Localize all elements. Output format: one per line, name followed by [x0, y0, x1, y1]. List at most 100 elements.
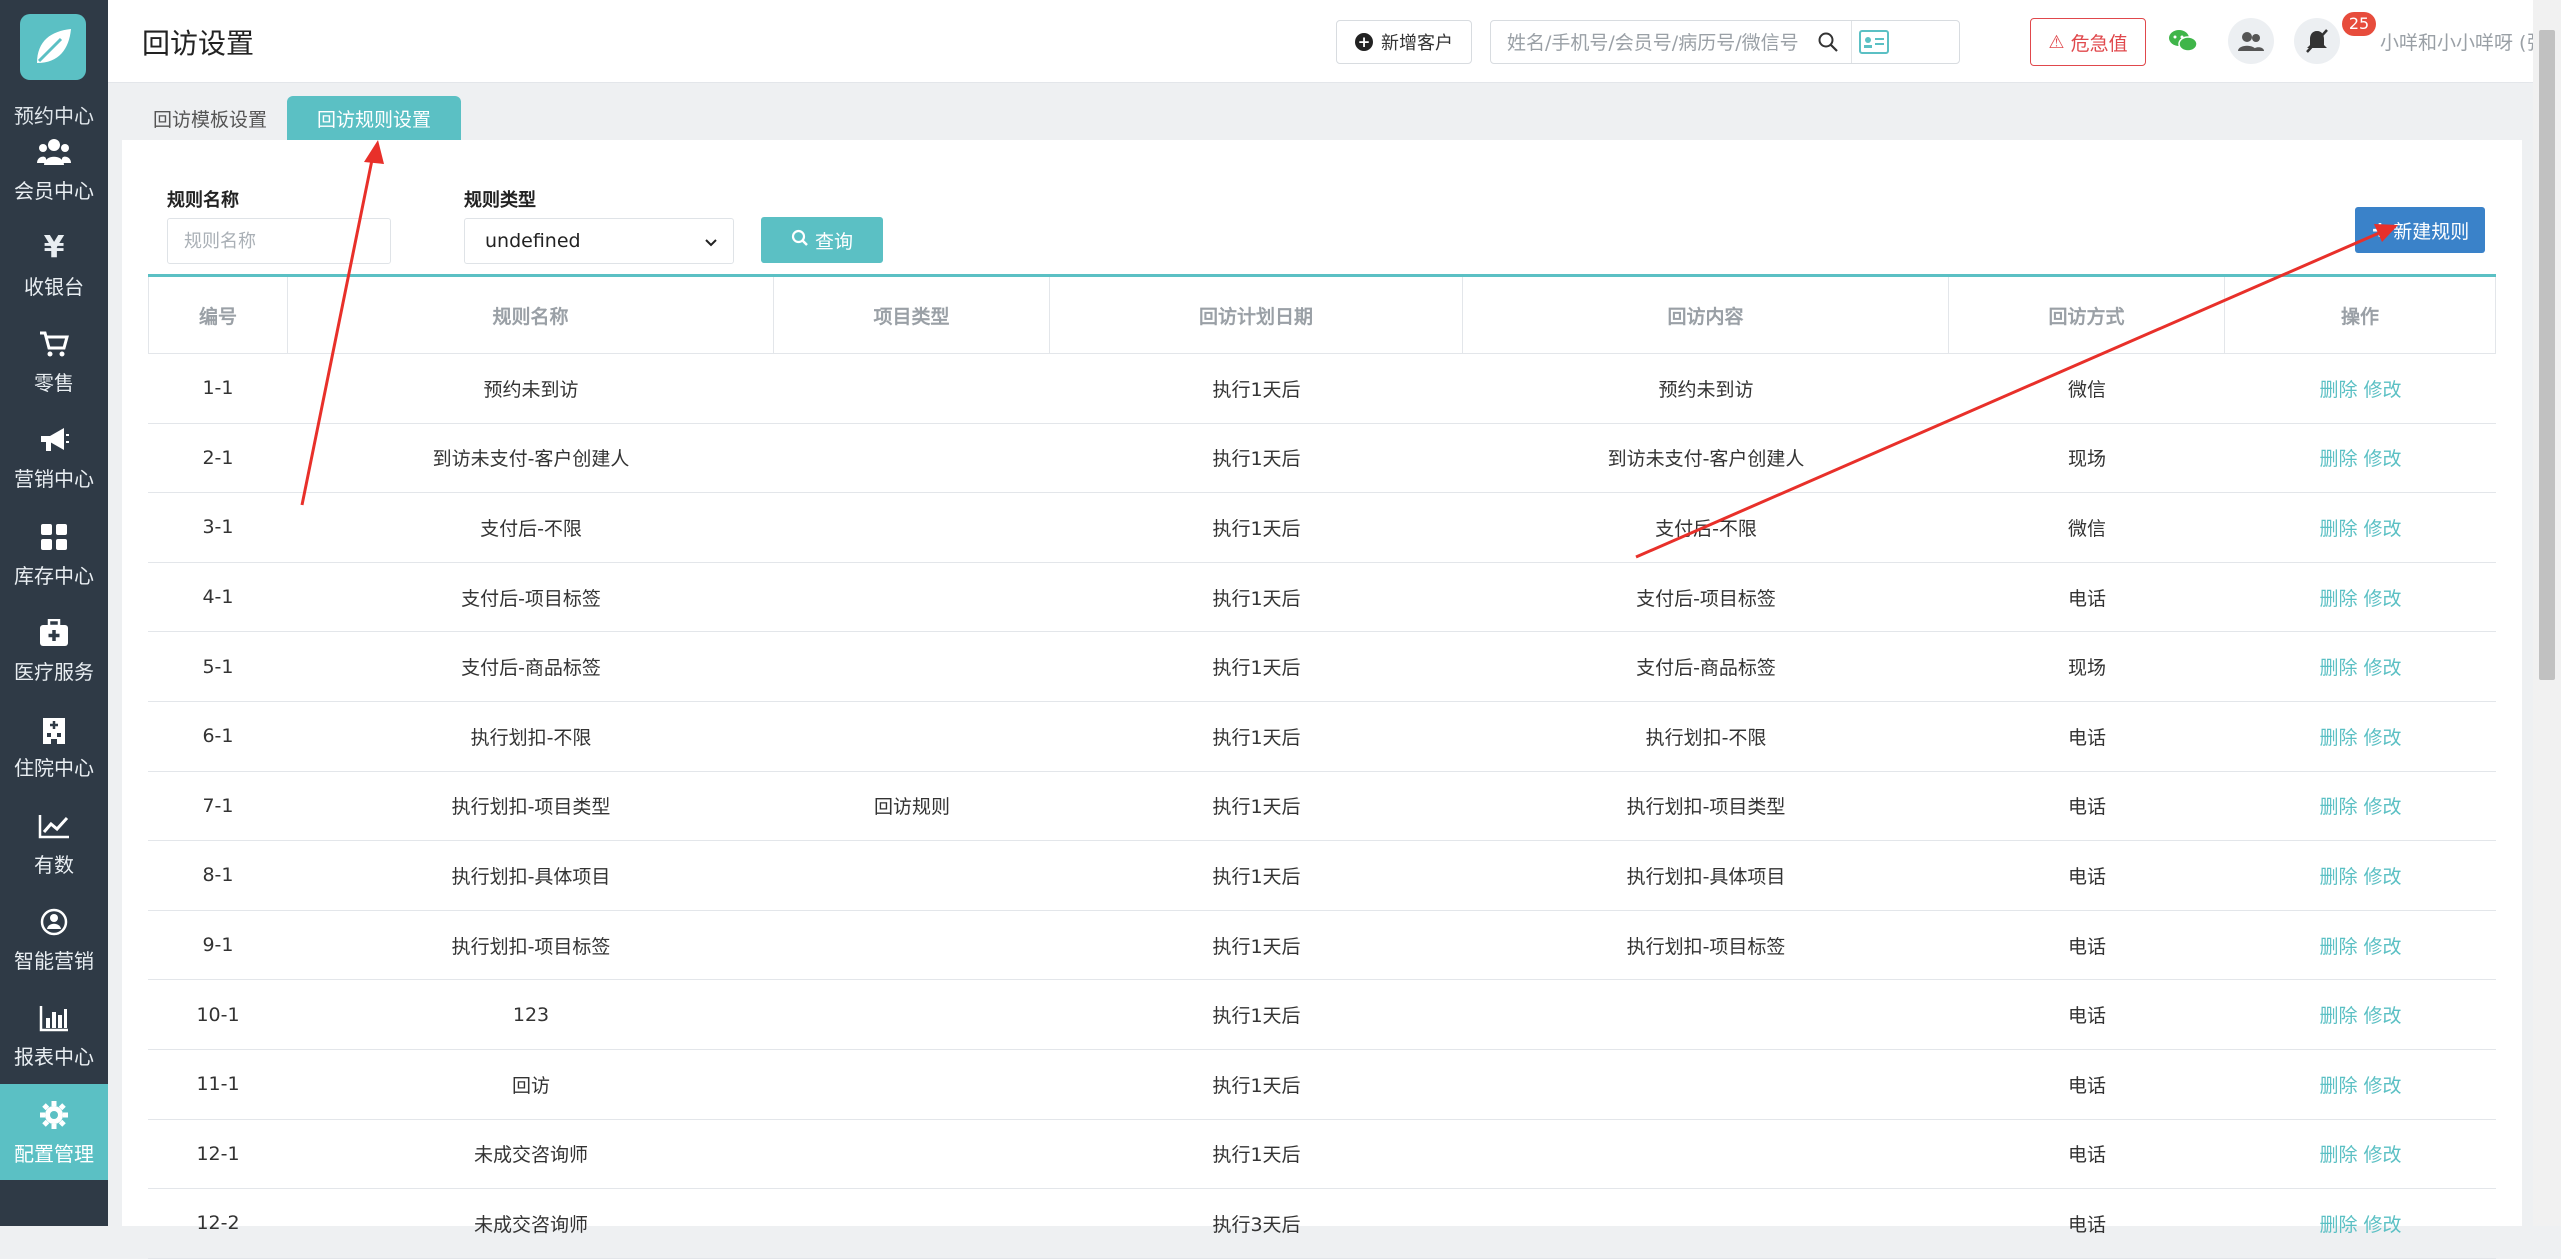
sidebar-item-grid[interactable]: 库存中心 [0, 506, 108, 602]
delete-link[interactable]: 删除 [2319, 862, 2357, 889]
table-cell: 6-1 [202, 725, 234, 748]
sidebar-item-gear[interactable]: 配置管理 [0, 1084, 108, 1180]
edit-link[interactable]: 修改 [2364, 1071, 2402, 1098]
global-search-input[interactable] [1505, 29, 1809, 57]
table-cell: 回访规则 [873, 796, 950, 819]
edit-link[interactable]: 修改 [2364, 584, 2402, 611]
table-row: 4-1 支付后-项目标签 执行1天后 支付后-项目标签 电话 删除 修改 [148, 563, 2496, 633]
table-row: 7-1 执行划扣-项目类型 回访规则 执行1天后 执行划扣-项目类型 电话 删除 修改 [148, 772, 2496, 842]
notification-mute-icon[interactable] [2294, 18, 2340, 64]
edit-link[interactable]: 修改 [2364, 723, 2402, 750]
table-cell [774, 493, 1050, 562]
edit-link[interactable]: 修改 [2364, 862, 2402, 889]
tab-rule-settings[interactable]: 回访规则设置 [287, 96, 461, 140]
sidebar-item-label: 收银台 [24, 274, 84, 299]
sidebar-item-hospital[interactable]: 住院中心 [0, 699, 108, 795]
table-cell: 12-2 [196, 1212, 240, 1235]
tab-label: 回访规则设置 [316, 108, 431, 131]
edit-link[interactable]: 修改 [2364, 514, 2402, 541]
column-header: 编号 [148, 277, 288, 353]
id-card-icon[interactable] [1851, 21, 1896, 63]
table-cell: 4-1 [202, 586, 234, 609]
table-row: 12-2 未成交咨询师 执行3天后 电话 删除 修改 [148, 1189, 2496, 1259]
table-cell: 支付后-商品标签 [1636, 657, 1776, 680]
edit-link[interactable]: 修改 [2364, 932, 2402, 959]
table-cell: 电话 [2067, 1005, 2106, 1028]
table-cell: 执行1天后 [1212, 865, 1301, 888]
delete-link[interactable]: 删除 [2319, 792, 2357, 819]
new-customer-button[interactable]: + 新增客户 [1336, 20, 1472, 64]
table-cell: 支付后-不限 [1655, 517, 1757, 540]
sidebar-item-megaphone[interactable]: 营销中心 [0, 410, 108, 506]
table-cell: 10-1 [196, 1003, 240, 1026]
table-cell: 电话 [2067, 865, 2106, 888]
critical-value-button[interactable]: ⚠ 危急值 [2030, 18, 2146, 66]
column-header: 回访方式 [1949, 277, 2225, 353]
rule-name-input[interactable] [167, 218, 391, 264]
table-cell: 9-1 [202, 934, 234, 957]
edit-link[interactable]: 修改 [2364, 792, 2402, 819]
sidebar-item-medical-kit[interactable]: 医疗服务 [0, 603, 108, 699]
table-row: 5-1 支付后-商品标签 执行1天后 支付后-商品标签 现场 删除 修改 [148, 632, 2496, 702]
wechat-icon[interactable] [2160, 18, 2206, 64]
rule-type-select[interactable]: undefined [464, 218, 734, 264]
table-cell: 执行划扣-具体项目 [1626, 865, 1786, 888]
table-cell [774, 911, 1050, 980]
rules-table: 编号 规则名称 项目类型 回访计划日期 回访内容 回访方式 操作 1-1 预约未到访 执行1天后… [148, 274, 2496, 1259]
page-scrollbar[interactable] [2533, 0, 2561, 1226]
delete-link[interactable]: 删除 [2319, 1210, 2357, 1237]
query-button[interactable]: 查询 [761, 217, 883, 263]
edit-link[interactable]: 修改 [2364, 1210, 2402, 1237]
add-rule-button[interactable]: + 新建规则 [2355, 207, 2485, 253]
row-actions: 删除 修改 [2225, 702, 2496, 771]
sidebar-item-bar-chart[interactable]: 报表中心 [0, 988, 108, 1084]
edit-link[interactable]: 修改 [2364, 1140, 2402, 1167]
edit-link[interactable]: 修改 [2364, 375, 2402, 402]
cart-icon [37, 327, 71, 361]
table-cell: 电话 [2067, 726, 2106, 749]
table-cell [774, 1120, 1050, 1189]
edit-link[interactable]: 修改 [2364, 444, 2402, 471]
rule-type-value: undefined [485, 230, 581, 252]
table-cell: 5-1 [202, 655, 234, 678]
sidebar-item-yen[interactable]: ¥ 收银台 [0, 217, 108, 313]
table-cell: 回访 [511, 1074, 550, 1097]
medical-kit-icon [37, 616, 71, 650]
delete-link[interactable]: 删除 [2319, 723, 2357, 750]
sidebar-item-smart-marketing[interactable]: 智能营销 [0, 891, 108, 987]
delete-link[interactable]: 删除 [2319, 514, 2357, 541]
app-logo[interactable] [20, 14, 86, 80]
sidebar-item-members[interactable]: 会员中心 [0, 121, 108, 217]
table-cell: 支付后-不限 [480, 517, 582, 540]
delete-link[interactable]: 删除 [2319, 653, 2357, 680]
delete-link[interactable]: 删除 [2319, 1140, 2357, 1167]
delete-link[interactable]: 删除 [2319, 375, 2357, 402]
sidebar-item-label: 库存中心 [14, 563, 94, 588]
edit-link[interactable]: 修改 [2364, 1001, 2402, 1028]
table-cell: 执行划扣-项目类型 [451, 796, 611, 819]
delete-link[interactable]: 删除 [2319, 444, 2357, 471]
leaf-logo-icon [37, 29, 71, 63]
table-cell: 1-1 [202, 377, 234, 400]
table-cell: 支付后-商品标签 [461, 657, 601, 680]
delete-link[interactable]: 删除 [2319, 1071, 2357, 1098]
tab-template-settings[interactable]: 回访模板设置 [140, 96, 280, 140]
plus-circle-icon: + [1355, 33, 1373, 51]
content-panel: 规则名称 规则类型 undefined 查询 + 新建规则 编号规则名称项目类型… [122, 140, 2522, 1259]
search-icon[interactable] [1817, 31, 1839, 57]
row-actions: 删除 修改 [2225, 980, 2496, 1049]
delete-link[interactable]: 删除 [2319, 932, 2357, 959]
team-icon[interactable] [2228, 18, 2274, 64]
table-cell: 支付后-项目标签 [1636, 587, 1776, 610]
scrollbar-thumb[interactable] [2539, 30, 2555, 680]
table-row: 3-1 支付后-不限 执行1天后 支付后-不限 微信 删除 修改 [148, 493, 2496, 563]
edit-link[interactable]: 修改 [2364, 653, 2402, 680]
delete-link[interactable]: 删除 [2319, 1001, 2357, 1028]
trend-icon [37, 809, 71, 843]
sidebar-item-trend[interactable]: 有数 [0, 795, 108, 891]
delete-link[interactable]: 删除 [2319, 584, 2357, 611]
table-cell: 到访未支付-客户创建人 [1607, 448, 1805, 471]
sidebar-item-cart[interactable]: 零售 [0, 314, 108, 410]
sidebar-item-label: 有数 [34, 852, 74, 877]
table-row: 6-1 执行划扣-不限 执行1天后 执行划扣-不限 电话 删除 修改 [148, 702, 2496, 772]
